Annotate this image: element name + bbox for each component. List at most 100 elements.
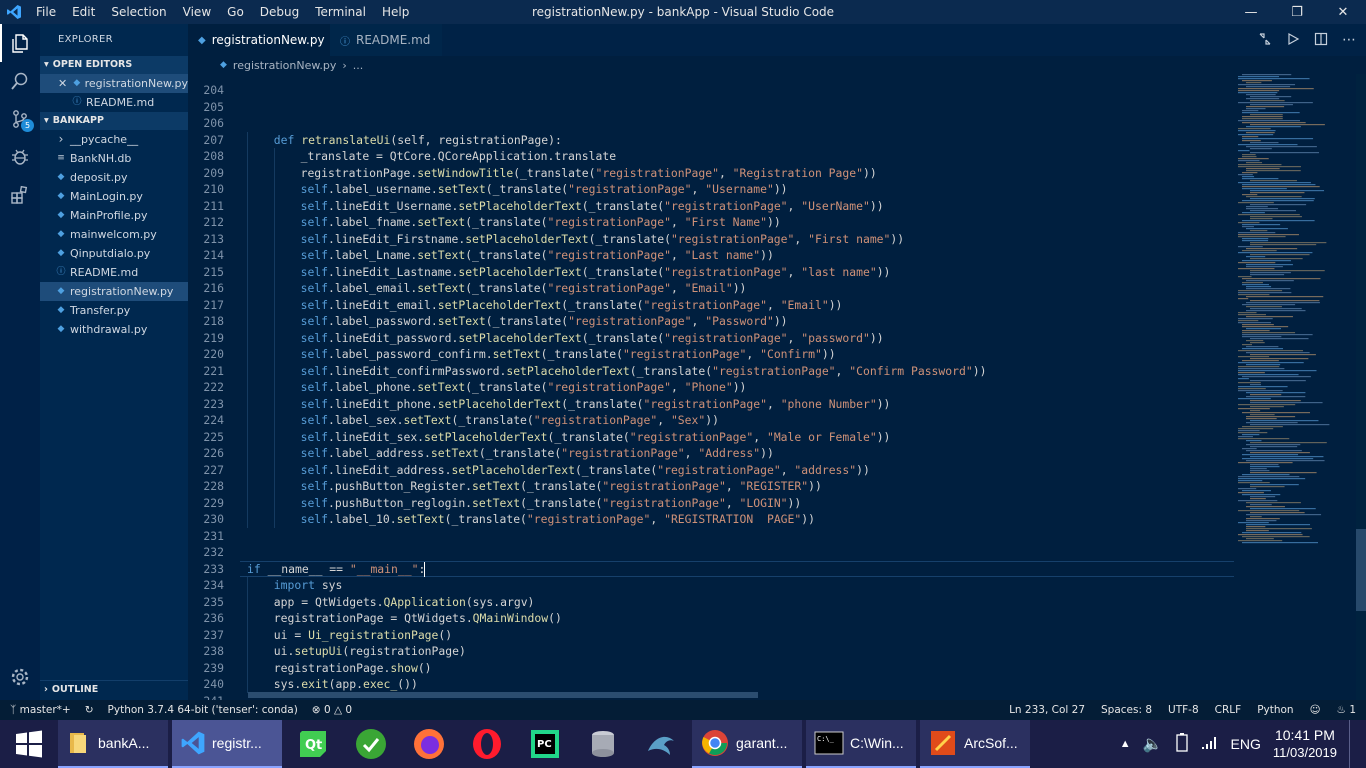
maximize-button[interactable]: ❐ bbox=[1274, 0, 1320, 24]
taskbar-app-arcsoft[interactable]: ArcSof... bbox=[920, 720, 1030, 768]
settings-gear-icon[interactable] bbox=[0, 658, 40, 696]
code-line[interactable]: self.label_password_confirm.setText(_tra… bbox=[301, 346, 836, 363]
tab-registration-new[interactable]: ◆registrationNew.py✕ bbox=[188, 24, 340, 56]
vertical-scrollbar[interactable] bbox=[1356, 74, 1366, 700]
open-editors-header[interactable]: ▾ OPEN EDITORS bbox=[40, 56, 188, 74]
python-interpreter[interactable]: Python 3.7.4 64-bit ('tenser': conda) bbox=[108, 704, 298, 716]
git-branch[interactable]: ᛉ master*+ bbox=[10, 704, 71, 716]
encoding[interactable]: UTF-8 bbox=[1168, 704, 1199, 716]
file-tree-item[interactable]: ◆ withdrawal.py bbox=[40, 320, 188, 339]
code-line[interactable]: self.lineEdit_phone.setPlaceholderText(_… bbox=[301, 396, 891, 413]
breadcrumb-more[interactable]: ... bbox=[353, 59, 364, 72]
battery-icon[interactable] bbox=[1175, 732, 1189, 757]
code-line[interactable]: app = QtWidgets.QApplication(sys.argv) bbox=[274, 594, 535, 611]
code-line[interactable]: self.lineEdit_email.setPlaceholderText(_… bbox=[301, 297, 843, 314]
code-line[interactable]: self.label_phone.setText(_translate("reg… bbox=[301, 379, 747, 396]
code-line[interactable]: sys.exit(app.exec_()) bbox=[274, 676, 418, 693]
input-language[interactable]: ENG bbox=[1231, 736, 1261, 752]
code-line[interactable]: self.lineEdit_confirmPassword.setPlaceho… bbox=[301, 363, 987, 380]
indentation[interactable]: Spaces: 8 bbox=[1101, 704, 1152, 716]
notifications[interactable]: ♨ 1 bbox=[1337, 704, 1356, 716]
taskbar-app-mysql-workbench[interactable] bbox=[634, 720, 688, 768]
file-tree-item[interactable]: ◆ MainProfile.py bbox=[40, 206, 188, 225]
cursor-position[interactable]: Ln 233, Col 27 bbox=[1009, 704, 1085, 716]
close-icon[interactable]: ✕ bbox=[58, 74, 67, 93]
clock[interactable]: 10:41 PM 11/03/2019 bbox=[1273, 726, 1337, 762]
close-window-button[interactable]: ✕ bbox=[1320, 0, 1366, 24]
compare-icon[interactable] bbox=[1258, 31, 1272, 50]
code-line[interactable]: self.pushButton_reglogin.setText(_transl… bbox=[301, 495, 802, 512]
menu-item-edit[interactable]: Edit bbox=[64, 0, 103, 24]
project-header[interactable]: ▾ BANKAPP bbox=[40, 112, 188, 130]
code-line[interactable]: registrationPage.setWindowTitle(_transla… bbox=[301, 165, 877, 182]
code-line[interactable]: self.label_email.setText(_translate("reg… bbox=[301, 280, 747, 297]
end-of-line[interactable]: CRLF bbox=[1215, 704, 1242, 716]
taskbar-app-git-app[interactable] bbox=[344, 720, 398, 768]
code-line[interactable]: if __name__ == "__main__": bbox=[247, 561, 425, 578]
taskbar-app-pycharm[interactable]: PC bbox=[518, 720, 572, 768]
file-tree-item[interactable]: ◆ Qinputdialo.py bbox=[40, 244, 188, 263]
problems-indicator[interactable]: ⊗ 0 △ 0 bbox=[312, 704, 352, 716]
taskbar-app-opera[interactable] bbox=[460, 720, 514, 768]
minimize-button[interactable]: — bbox=[1228, 0, 1274, 24]
code-line[interactable]: self.lineEdit_address.setPlaceholderText… bbox=[301, 462, 870, 479]
code-line[interactable]: self.label_10.setText(_translate("regist… bbox=[301, 511, 815, 528]
code-editor[interactable]: 204 205 206 207 def retranslateUi(self, regi… bbox=[188, 74, 1234, 700]
search-icon[interactable] bbox=[0, 62, 40, 100]
code-line[interactable]: self.pushButton_Register.setText(_transl… bbox=[301, 478, 822, 495]
code-line[interactable]: self.label_username.setText(_translate("… bbox=[301, 181, 788, 198]
file-tree-item[interactable]: ⓘ README.md bbox=[40, 263, 188, 282]
menu-item-help[interactable]: Help bbox=[374, 0, 417, 24]
file-tree-item[interactable]: ◆ MainLogin.py bbox=[40, 187, 188, 206]
file-tree-item[interactable]: › __pycache__ bbox=[40, 130, 188, 149]
menu-item-terminal[interactable]: Terminal bbox=[307, 0, 374, 24]
extensions-icon[interactable] bbox=[0, 176, 40, 214]
code-line[interactable]: _translate = QtCore.QCoreApplication.tra… bbox=[301, 148, 616, 165]
code-line[interactable]: import sys bbox=[274, 577, 343, 594]
code-line[interactable]: self.lineEdit_password.setPlaceholderTex… bbox=[301, 330, 884, 347]
more-actions-icon[interactable]: ⋯ bbox=[1342, 32, 1356, 48]
debug-icon[interactable] bbox=[0, 138, 40, 176]
open-editor-item[interactable]: ⓘ README.md bbox=[40, 93, 188, 112]
code-line[interactable]: registrationPage = QtWidgets.QMainWindow… bbox=[274, 610, 562, 627]
code-line[interactable]: def retranslateUi(self, registrationPage… bbox=[274, 132, 562, 149]
file-tree-item[interactable]: ◆ mainwelcom.py bbox=[40, 225, 188, 244]
tab-readme[interactable]: ⓘ README.md bbox=[330, 24, 442, 56]
taskbar-app-qt-designer[interactable]: Qt bbox=[286, 720, 340, 768]
code-line[interactable]: ui.setupUi(registrationPage) bbox=[274, 643, 466, 660]
code-line[interactable]: self.label_fname.setText(_translate("reg… bbox=[301, 214, 781, 231]
code-line[interactable]: self.lineEdit_Username.setPlaceholderTex… bbox=[301, 198, 884, 215]
taskbar-app-file-explorer[interactable]: bankA... bbox=[58, 720, 168, 768]
code-line[interactable]: self.lineEdit_Lastname.setPlaceholderTex… bbox=[301, 264, 891, 281]
minimap[interactable] bbox=[1234, 74, 1354, 700]
file-tree-item[interactable]: ≡ BankNH.db bbox=[40, 149, 188, 168]
volume-icon[interactable]: 🔈 bbox=[1143, 734, 1163, 754]
menu-item-selection[interactable]: Selection bbox=[103, 0, 174, 24]
code-line[interactable]: self.label_address.setText(_translate("r… bbox=[301, 445, 774, 462]
feedback-smiley-icon[interactable]: ☺ bbox=[1310, 704, 1321, 716]
outline-header[interactable]: › OUTLINE bbox=[40, 680, 188, 698]
code-line[interactable]: self.label_sex.setText(_translate("regis… bbox=[301, 412, 719, 429]
menu-item-view[interactable]: View bbox=[175, 0, 219, 24]
language-mode[interactable]: Python bbox=[1257, 704, 1293, 716]
start-button[interactable] bbox=[0, 720, 58, 768]
run-icon[interactable] bbox=[1286, 31, 1300, 50]
menu-item-go[interactable]: Go bbox=[219, 0, 252, 24]
open-editor-item[interactable]: ✕ ◆ registrationNew.py bbox=[40, 74, 188, 93]
menu-item-debug[interactable]: Debug bbox=[252, 0, 307, 24]
code-line[interactable]: self.lineEdit_sex.setPlaceholderText(_tr… bbox=[301, 429, 891, 446]
file-tree-item[interactable]: ◆ deposit.py bbox=[40, 168, 188, 187]
explorer-icon[interactable] bbox=[0, 24, 40, 62]
taskbar-app-database-app[interactable] bbox=[576, 720, 630, 768]
wifi-signal-icon[interactable] bbox=[1201, 734, 1219, 755]
breadcrumb-file[interactable]: registrationNew.py bbox=[233, 59, 336, 72]
file-tree-item[interactable]: ◆ Transfer.py bbox=[40, 301, 188, 320]
code-line[interactable]: self.label_password.setText(_translate("… bbox=[301, 313, 788, 330]
taskbar-app-firefox[interactable] bbox=[402, 720, 456, 768]
horizontal-scrollbar-thumb[interactable] bbox=[248, 692, 758, 698]
source-control-icon[interactable]: 5 bbox=[0, 100, 40, 138]
code-line[interactable]: self.label_Lname.setText(_translate("reg… bbox=[301, 247, 774, 264]
sync-icon[interactable]: ↻ bbox=[85, 704, 94, 716]
show-desktop-button[interactable] bbox=[1349, 720, 1354, 768]
split-editor-icon[interactable] bbox=[1314, 31, 1328, 50]
